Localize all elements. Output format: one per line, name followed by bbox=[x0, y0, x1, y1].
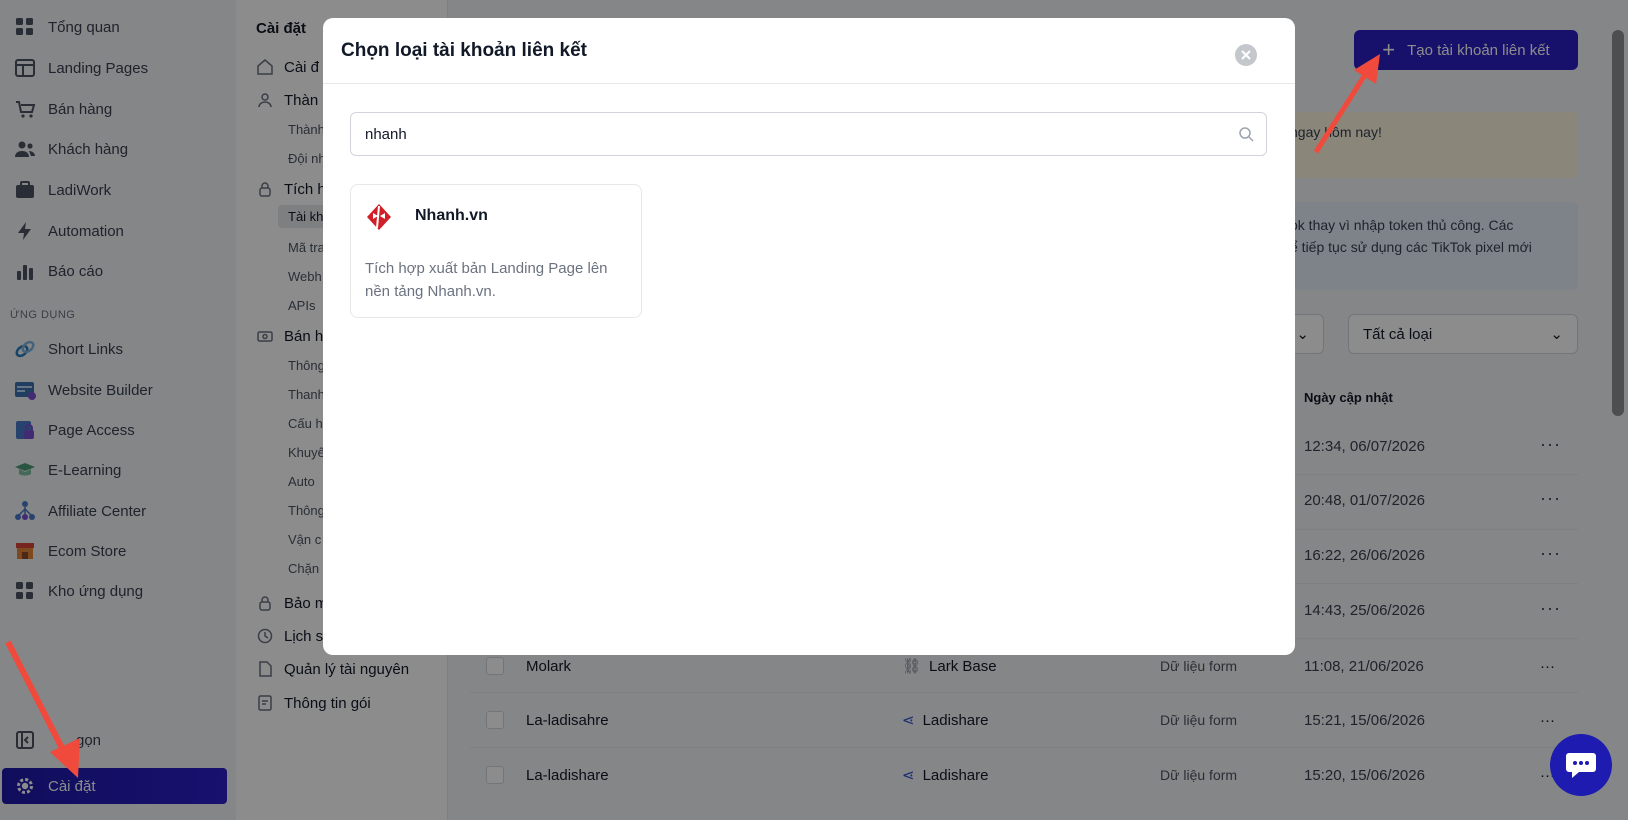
annotation-arrow-top bbox=[1313, 54, 1380, 154]
nhanh-logo-icon bbox=[367, 204, 391, 230]
modal-header: Chọn loại tài khoản liên kết bbox=[323, 18, 1295, 84]
close-button[interactable] bbox=[1235, 44, 1257, 66]
chat-bubble-icon bbox=[1566, 753, 1596, 778]
close-icon bbox=[1241, 50, 1251, 60]
search-input[interactable] bbox=[365, 125, 1238, 143]
integration-card-nhanh[interactable]: Nhanh.vn Tích hợp xuất bản Landing Page … bbox=[350, 184, 642, 318]
card-title: Nhanh.vn bbox=[415, 207, 488, 224]
search-field[interactable] bbox=[350, 112, 1267, 156]
modal-title: Chọn loại tài khoản liên kết bbox=[341, 39, 587, 61]
annotation-arrow-bottom bbox=[5, 640, 80, 778]
chat-support-button[interactable] bbox=[1550, 734, 1612, 796]
select-account-type-modal: Chọn loại tài khoản liên kết Nhanh.vn Tí… bbox=[323, 18, 1295, 655]
card-description: Tích hợp xuất bản Landing Page lên nền t… bbox=[365, 260, 608, 300]
search-icon bbox=[1239, 127, 1254, 142]
